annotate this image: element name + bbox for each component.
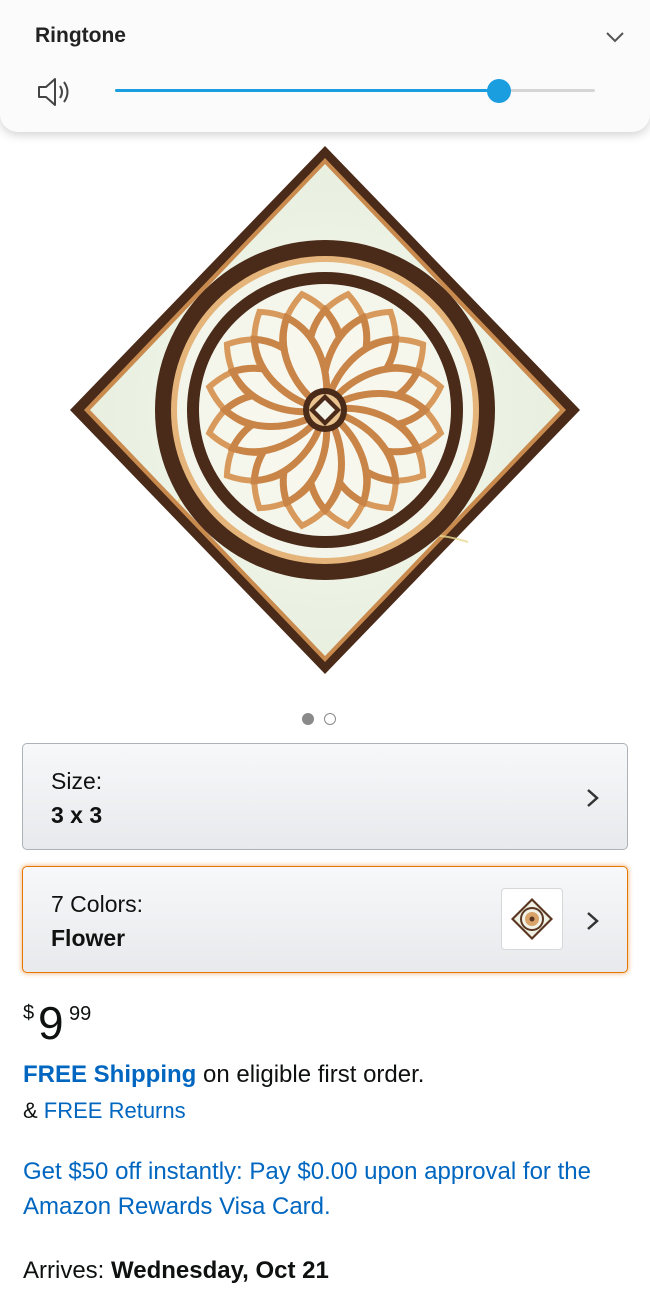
size-selector[interactable]: Size: 3 x 3: [22, 743, 628, 850]
volume-slider-fill: [115, 89, 499, 92]
size-value: 3 x 3: [51, 802, 103, 828]
delivery-label: Arrives:: [23, 1257, 112, 1284]
volume-slider[interactable]: [115, 79, 595, 103]
free-returns-link[interactable]: FREE Returns: [44, 1098, 186, 1123]
color-selector[interactable]: 7 Colors: Flower: [22, 866, 628, 973]
price-whole: 9: [38, 997, 64, 1049]
volume-slider-thumb[interactable]: [487, 79, 511, 103]
free-shipping-link[interactable]: FREE Shipping: [23, 1061, 196, 1088]
card-promo-link[interactable]: Get $50 off instantly: Pay $0.00 upon ap…: [23, 1154, 633, 1224]
volume-panel: Ringtone: [0, 0, 650, 132]
volume-stream-title: Ringtone: [35, 24, 126, 47]
carousel-dot-1[interactable]: [302, 713, 314, 725]
chevron-right-icon: [587, 789, 599, 807]
carousel-dot-2[interactable]: [324, 713, 336, 725]
chevron-down-icon[interactable]: [602, 24, 628, 50]
price-currency: $: [23, 1002, 35, 1024]
returns-line: & FREE Returns: [23, 1098, 186, 1124]
size-label: Size:: [51, 768, 103, 794]
delivery-date: Wednesday, Oct 21: [111, 1257, 329, 1284]
shipping-line: FREE Shipping on eligible first order.: [23, 1061, 424, 1089]
color-label: 7 Colors:: [51, 891, 144, 917]
shipping-text: on eligible first order.: [196, 1061, 425, 1088]
speaker-icon[interactable]: [36, 76, 72, 108]
image-carousel-dots: [302, 713, 336, 727]
chevron-right-icon: [587, 912, 599, 930]
tile-thumbnail-icon: [511, 898, 553, 940]
delivery-estimate: Arrives: Wednesday, Oct 21: [23, 1257, 329, 1285]
product-image[interactable]: [68, 142, 582, 678]
color-value: Flower: [51, 925, 126, 951]
price-fraction: 99: [69, 1003, 92, 1025]
color-swatch-thumbnail[interactable]: [501, 888, 563, 950]
returns-prefix: &: [23, 1098, 44, 1123]
